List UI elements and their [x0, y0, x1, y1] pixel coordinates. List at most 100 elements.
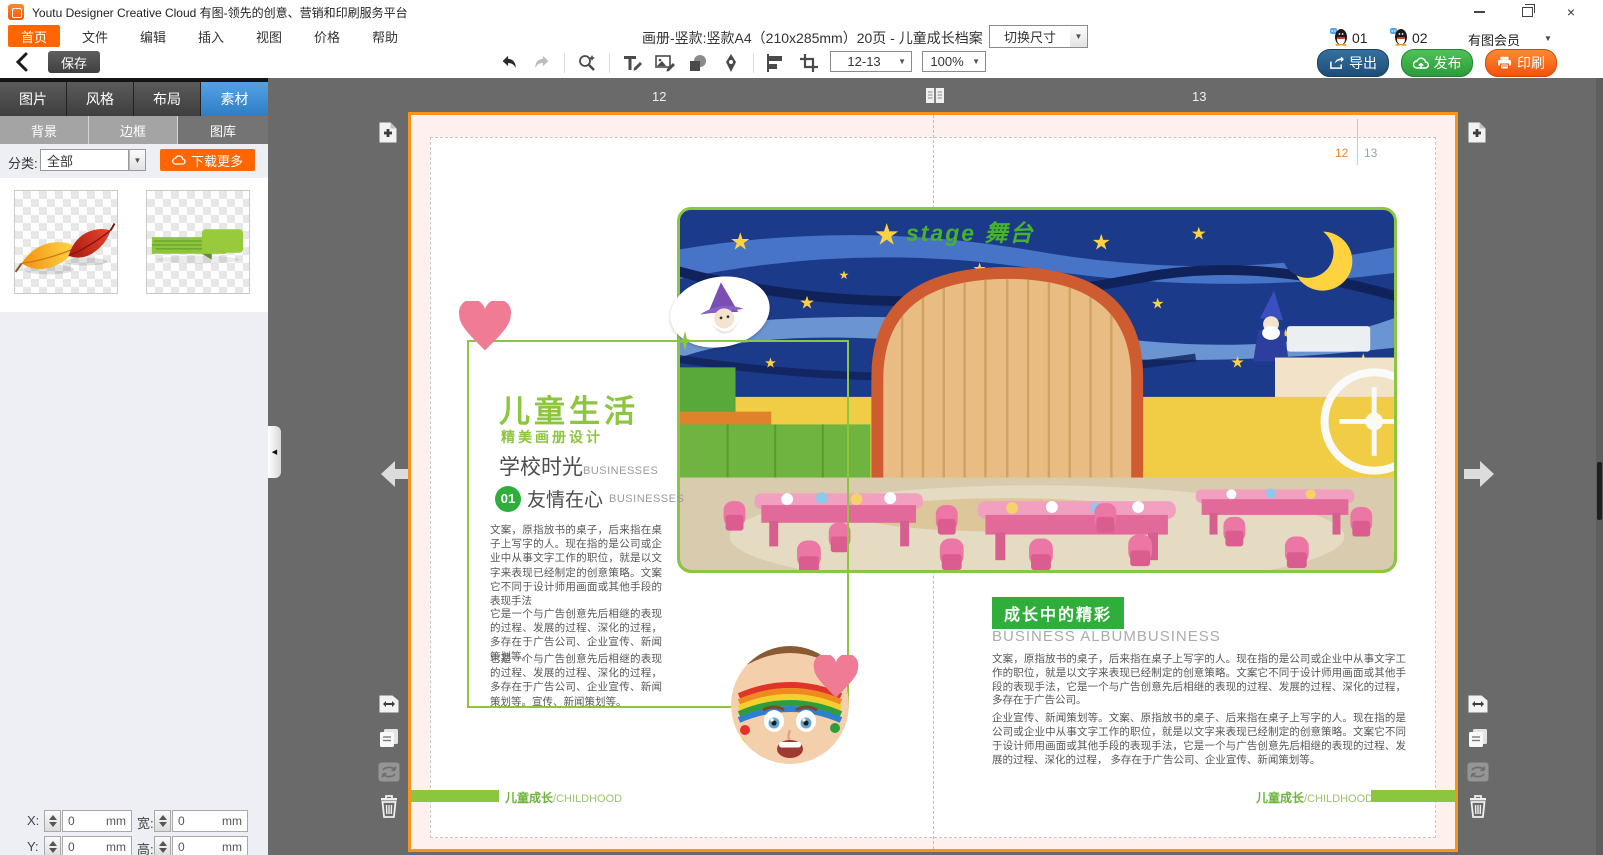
window-title: Youtu Designer Creative Cloud 有图-领先的创意、营…	[32, 4, 408, 21]
delete-page-button[interactable]	[378, 794, 400, 819]
asset-thumbnail-ribbon[interactable]	[146, 190, 250, 294]
menu-help[interactable]: 帮助	[362, 27, 408, 46]
member-dropdown-arrow[interactable]: ▼	[1544, 34, 1552, 43]
x-stepper[interactable]	[44, 810, 61, 832]
footer-right-en: /CHILDHOOD	[1304, 793, 1373, 805]
edit-image-icon[interactable]	[654, 52, 676, 74]
save-button[interactable]: 保存	[48, 51, 100, 73]
category-dropdown-arrow[interactable]: ▼	[129, 149, 146, 171]
app-logo-icon	[8, 4, 24, 20]
item-heading-en: BUSINESSES	[609, 493, 684, 505]
canvas-area: ◀ 12 13	[268, 78, 1603, 855]
page-range-value: 12-13	[836, 54, 892, 69]
add-page-left-button[interactable]	[378, 121, 398, 144]
y-input[interactable]: 0mm	[62, 836, 132, 855]
publish-button[interactable]: 发布	[1401, 49, 1473, 77]
tab-layouts[interactable]: 布局	[134, 82, 201, 116]
width-value: 0	[178, 814, 185, 828]
undo-icon[interactable]	[498, 52, 520, 74]
qq-account-1[interactable]: 01	[1352, 30, 1368, 46]
zoom-level-dropdown[interactable]: 100% ▼	[922, 51, 986, 72]
qq-account-2[interactable]: 02	[1412, 30, 1428, 46]
subtab-borders[interactable]: 边框	[89, 116, 178, 144]
menu-view[interactable]: 视图	[246, 27, 292, 46]
height-unit: mm	[222, 840, 242, 854]
resize-page-button[interactable]	[378, 694, 400, 714]
tab-materials[interactable]: 素材	[201, 82, 268, 116]
spread-view-icon[interactable]	[925, 87, 945, 104]
right-page-paragraph-1: 文案，原指放书的桌子，后来指在桌子上写字的人。现在指的是公司或企业中从事文字工作…	[992, 653, 1406, 708]
left-page-paragraph-1[interactable]: 文案，原指放书的桌子，后来指在桌子上写字的人。现在指的是公司或企业中从事文字工作…	[490, 523, 662, 608]
right-page-paragraph-2: 企业宣传、新闻策划等。文案、原指放书的桌子、后来指在桌子上写字的人。现在指的是公…	[992, 712, 1406, 767]
download-more-label: 下载更多	[191, 151, 243, 170]
height-stepper[interactable]	[154, 836, 171, 855]
sidebar-collapse-handle[interactable]: ◀	[268, 426, 281, 478]
delete-page-button[interactable]	[1467, 794, 1489, 819]
application-window: Youtu Designer Creative Cloud 有图-领先的创意、营…	[0, 0, 1603, 855]
left-page-item-heading[interactable]: 01 友情在心BUSINESSES	[495, 485, 684, 512]
left-page-title[interactable]: 儿童生活	[499, 386, 639, 431]
asset-thumbnail-leaves[interactable]	[14, 190, 118, 294]
scrollbar-thumb[interactable]	[1597, 462, 1602, 520]
switch-size-button[interactable]: 切换尺寸	[989, 25, 1071, 48]
left-page-paragraph-3[interactable]: 它是一个与广告创意先后相继的表现的过程、发展的过程、深化的过程， 多存在于广告公…	[490, 652, 662, 709]
menu-price[interactable]: 价格	[304, 27, 350, 46]
heart-icon	[812, 655, 860, 700]
maximize-button[interactable]	[1512, 0, 1542, 24]
height-input[interactable]: 0mm	[172, 836, 248, 855]
x-input[interactable]: 0mm	[62, 810, 132, 832]
width-stepper[interactable]	[154, 810, 171, 832]
qq-avatar-icon[interactable]	[1390, 28, 1408, 46]
vertical-scrollbar[interactable]	[1596, 78, 1603, 855]
width-label: 宽:	[137, 813, 154, 832]
close-button[interactable]: ×	[1556, 0, 1586, 24]
tab-styles[interactable]: 风格	[67, 82, 134, 116]
minimize-button[interactable]	[1464, 0, 1494, 24]
switch-size-dropdown-arrow[interactable]: ▼	[1070, 25, 1088, 48]
menu-insert[interactable]: 插入	[188, 27, 234, 46]
menu-file[interactable]: 文件	[72, 27, 118, 46]
export-button[interactable]: 导出	[1317, 49, 1389, 77]
chevron-down-icon: ▼	[972, 57, 980, 66]
qq-avatar-icon[interactable]	[1330, 28, 1348, 46]
left-page-subtitle[interactable]: 精美画册设计	[501, 427, 603, 447]
page-spread[interactable]: ★★ ★★ ★★ ★★ ★★ ★★ ★★	[408, 112, 1458, 852]
subtab-backgrounds[interactable]: 背景	[0, 116, 89, 144]
magic-select-icon[interactable]	[576, 52, 598, 74]
back-button[interactable]	[10, 50, 34, 74]
next-spread-button[interactable]	[1464, 461, 1494, 487]
toolbar: 保存 12-13 ▼ 100% ▼ 导出	[0, 48, 1603, 79]
align-icon[interactable]	[765, 52, 787, 74]
chevron-down-icon: ▼	[898, 57, 906, 66]
tab-pictures[interactable]: 图片	[0, 82, 67, 116]
copy-page-button[interactable]	[378, 728, 400, 749]
corner-divider-line	[1357, 119, 1358, 165]
print-button[interactable]: 印刷	[1485, 49, 1557, 77]
width-input[interactable]: 0mm	[172, 810, 248, 832]
download-more-button[interactable]: 下载更多	[160, 149, 255, 171]
menu-edit[interactable]: 编辑	[130, 27, 176, 46]
page-range-dropdown[interactable]: 12-13 ▼	[830, 51, 912, 72]
left-page-section-heading[interactable]: 学校时光BUSINESSES	[499, 451, 658, 481]
menu-home[interactable]: 首页	[8, 25, 60, 47]
redo-icon[interactable]	[531, 52, 553, 74]
resize-page-button[interactable]	[1467, 694, 1489, 714]
right-page-badge-heading[interactable]: 成长中的精彩	[992, 597, 1124, 629]
zoom-level-value: 100%	[928, 54, 966, 69]
category-dropdown[interactable]: 全部	[40, 149, 129, 171]
y-stepper[interactable]	[44, 836, 61, 855]
edit-text-icon[interactable]	[621, 52, 643, 74]
copy-page-button[interactable]	[1467, 728, 1489, 749]
crop-icon[interactable]	[798, 52, 820, 74]
swap-pages-button-disabled	[378, 762, 400, 782]
green-ribbon-image	[147, 191, 249, 293]
add-page-right-button[interactable]	[1467, 121, 1487, 144]
shape-tool-icon[interactable]	[687, 52, 709, 74]
subtab-library[interactable]: 图库	[178, 116, 268, 144]
previous-spread-button[interactable]	[381, 461, 411, 487]
right-page-body[interactable]: 文案，原指放书的桌子，后来指在桌子上写字的人。现在指的是公司或企业中从事文字工作…	[992, 653, 1406, 771]
right-page-subheading[interactable]: BUSINESS ALBUMBUSINESS	[992, 628, 1221, 645]
member-menu[interactable]: 有图会员	[1468, 30, 1520, 49]
pen-tool-icon[interactable]	[720, 52, 742, 74]
x-unit: mm	[106, 814, 126, 828]
